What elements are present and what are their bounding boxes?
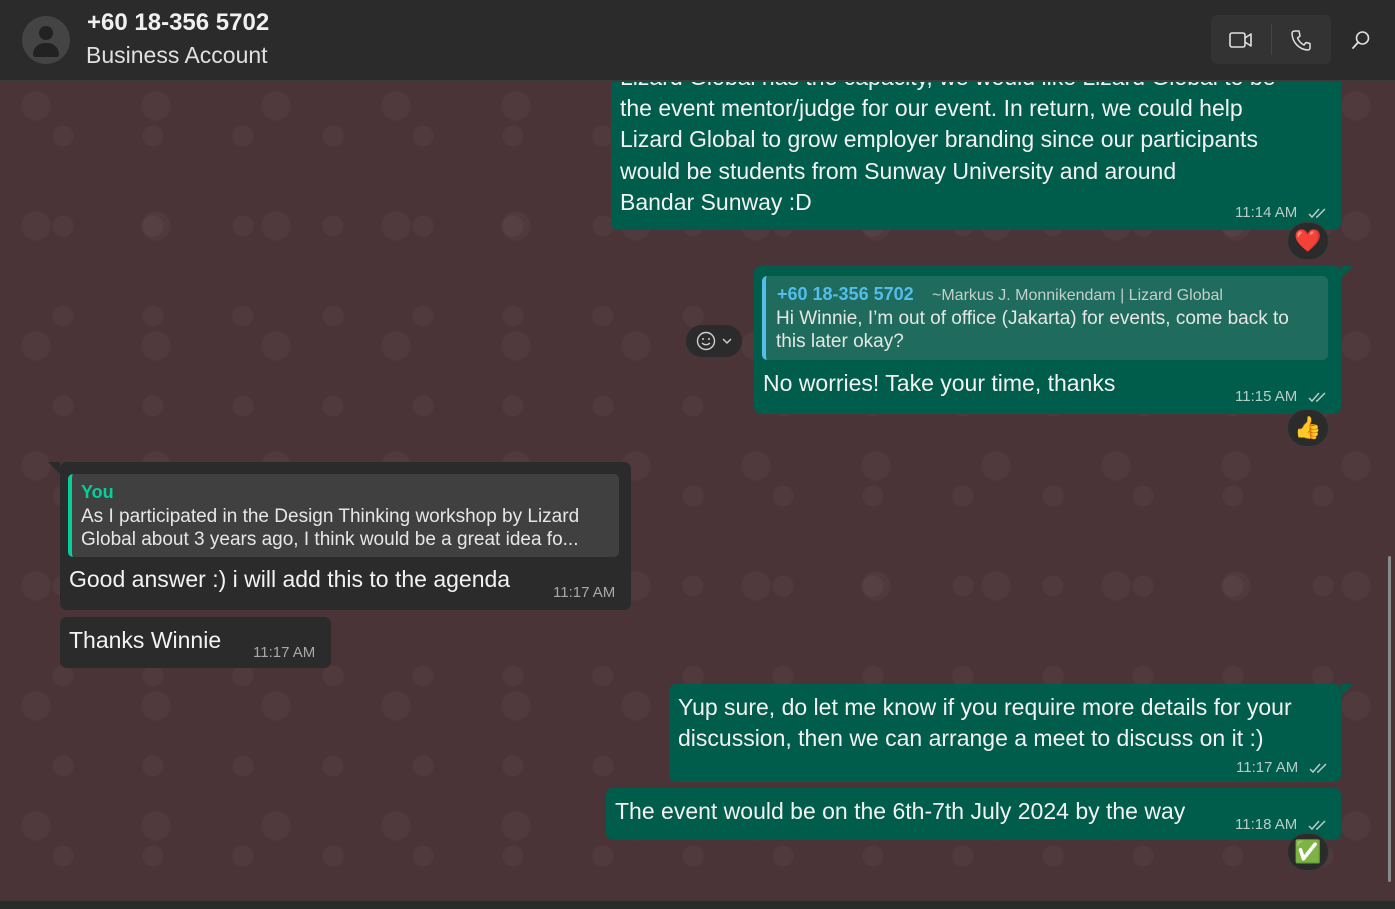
message-incoming[interactable]: You As I participated in the Design Thin… [60, 462, 631, 610]
message-text: Good answer :) i will add this to the ag… [69, 566, 511, 592]
quoted-text-line: Hi Winnie, I’m out of office (Jakarta) f… [776, 308, 1289, 329]
message-text: The event would be on the 6th-7th July 2… [615, 798, 1186, 824]
quoted-message[interactable]: +60 18-356 5702 ~Markus J. Monnikendam |… [762, 276, 1328, 360]
message-text-line: Lizard Global has the capacity, we would… [620, 82, 1275, 94]
read-receipt-icon [1308, 208, 1326, 219]
message-time: 11:15 AM [1235, 388, 1298, 405]
message-time: 11:17 AM [1236, 759, 1299, 776]
voice-call-button[interactable] [1272, 15, 1332, 64]
message-time: 11:18 AM [1235, 816, 1298, 833]
message-text-line: Bandar Sunway :D [620, 189, 812, 215]
quoted-text-line: Global about 3 years ago, I think would … [81, 529, 579, 550]
message-text: No worries! Take your time, thanks [763, 370, 1116, 396]
message-outgoing[interactable]: +60 18-356 5702 ~Markus J. Monnikendam |… [754, 266, 1341, 414]
read-receipt-icon [1308, 820, 1326, 831]
quoted-text-line: As I participated in the Design Thinking… [81, 506, 580, 527]
message-time: 11:17 AM [253, 644, 316, 661]
scrollbar-thumb[interactable] [1388, 556, 1391, 882]
smiley-icon [696, 331, 716, 351]
reaction-badge[interactable]: ✅ [1287, 833, 1329, 871]
message-time: 11:14 AM [1235, 204, 1298, 221]
search-icon [1352, 31, 1370, 49]
message-text: Thanks Winnie [69, 627, 222, 653]
message-text-line: discussion, then we can arrange a meet t… [678, 725, 1264, 751]
quoted-message[interactable]: You As I participated in the Design Thin… [68, 474, 619, 557]
quoted-text-line: this later okay? [776, 331, 904, 352]
reaction-badge[interactable]: 👍 [1287, 409, 1329, 447]
call-buttons [1211, 15, 1331, 64]
message-incoming[interactable]: Thanks Winnie 11:17 AM [60, 617, 331, 668]
search-button[interactable] [1348, 27, 1374, 53]
message-time: 11:17 AM [553, 584, 616, 601]
message-outgoing[interactable]: The event would be on the 6th-7th July 2… [606, 788, 1341, 840]
quoted-author: You [81, 482, 114, 502]
read-receipt-icon [1308, 392, 1326, 403]
message-outgoing[interactable]: Yup sure, do let me know if you require … [669, 684, 1341, 782]
chevron-down-icon [722, 338, 732, 344]
message-text-line: would be students from Sunway University… [620, 158, 1177, 184]
reaction-badge[interactable]: ❤️ [1287, 222, 1329, 260]
compose-bar [0, 900, 1395, 909]
message-outgoing[interactable]: Lizard Global has the capacity, we would… [611, 82, 1341, 230]
message-text-line: the event mentor/judge for our event. In… [620, 95, 1243, 121]
quoted-author: +60 18-356 5702 [777, 284, 914, 304]
video-call-icon [1228, 31, 1252, 48]
message-text-line: Lizard Global to grow employer branding … [620, 126, 1258, 152]
video-call-button[interactable] [1211, 15, 1271, 64]
chat-area[interactable]: Lizard Global has the capacity, we would… [0, 82, 1395, 900]
message-text-line: Yup sure, do let me know if you require … [678, 694, 1292, 720]
contact-name[interactable]: +60 18-356 5702 [87, 9, 269, 37]
read-receipt-icon [1309, 763, 1327, 774]
voice-call-icon [1291, 29, 1311, 51]
chat-header: +60 18-356 5702 Business Account [0, 0, 1395, 81]
contact-avatar[interactable] [22, 16, 70, 64]
react-button[interactable] [686, 325, 742, 357]
quoted-author-name: ~Markus J. Monnikendam | Lizard Global [932, 287, 1223, 304]
contact-subtitle: Business Account [86, 42, 268, 68]
